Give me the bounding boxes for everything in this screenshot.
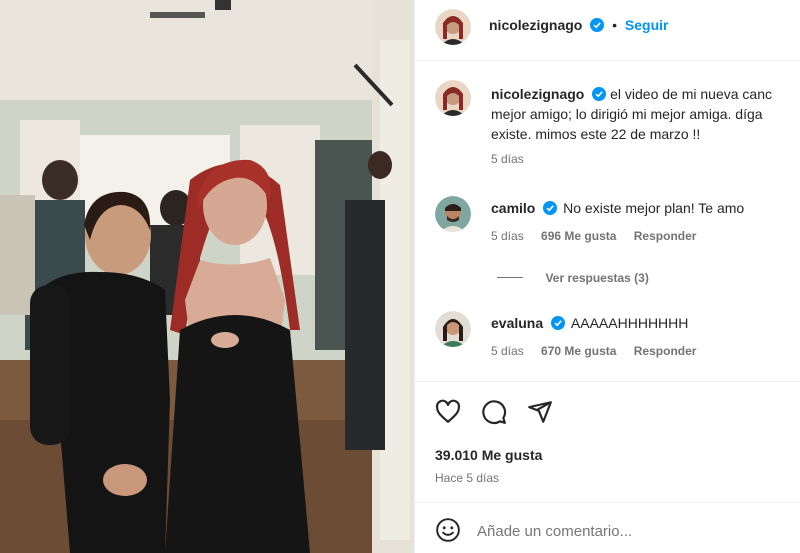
view-replies[interactable]: Ver respuestas (3) <box>497 269 649 287</box>
emoji-icon <box>436 518 460 542</box>
verified-icon <box>551 316 566 330</box>
post-timestamp: Hace 5 días <box>435 471 500 485</box>
header-avatar[interactable] <box>435 9 471 45</box>
verified-icon <box>592 87 607 101</box>
comment-button[interactable] <box>481 399 507 425</box>
actions-divider <box>415 381 800 382</box>
comment-username[interactable]: evaluna <box>491 315 543 331</box>
caption-text-line3: existe. mimos este 22 de marzo !! <box>491 126 701 142</box>
comment-meta: 5 días 670 Me gusta Responder <box>491 344 696 358</box>
comment-likes[interactable]: 670 Me gusta <box>541 344 616 358</box>
caption-avatar[interactable] <box>435 80 471 116</box>
comment-username[interactable]: camilo <box>491 200 535 216</box>
share-icon <box>528 401 552 423</box>
post-photo[interactable] <box>0 0 414 553</box>
avatar-image <box>435 311 471 347</box>
reply-button[interactable]: Responder <box>634 344 697 358</box>
caption: nicolezignago el video de mi nueva canc … <box>491 84 797 144</box>
comment-time[interactable]: 5 días <box>491 344 524 358</box>
comment-meta: 5 días 696 Me gusta Responder <box>491 229 696 243</box>
caption-text-line2: mejor amigo; lo dirigió mi mejor amiga. … <box>491 106 763 122</box>
photo-scene <box>0 0 414 553</box>
likes-count[interactable]: 39.010 Me gusta <box>435 447 542 463</box>
comment-box-divider <box>415 502 800 503</box>
comment-time[interactable]: 5 días <box>491 229 524 243</box>
comment-camilo: camilo No existe mejor plan! Te amo <box>491 200 744 216</box>
reply-button[interactable]: Responder <box>634 229 697 243</box>
verified-icon <box>543 201 558 215</box>
replies-line <box>497 277 523 279</box>
header-username[interactable]: nicolezignago <box>489 17 582 33</box>
view-replies-label[interactable]: Ver respuestas (3) <box>545 271 648 285</box>
comment-input[interactable] <box>475 518 779 544</box>
avatar-image <box>435 80 471 116</box>
heart-icon <box>435 399 461 423</box>
like-button[interactable] <box>435 399 461 425</box>
header-separator: • <box>612 17 618 33</box>
caption-text-line1: el video de mi nueva canc <box>610 86 772 102</box>
post-panel: nicolezignago • Seguir nicolezignago el … <box>414 0 800 553</box>
comment-text: AAAAAHHHHHHH <box>570 315 689 331</box>
follow-button[interactable]: Seguir <box>625 17 669 33</box>
caption-username[interactable]: nicolezignago <box>491 86 584 102</box>
avatar-image <box>435 9 471 45</box>
header-divider <box>415 60 800 61</box>
comment-avatar-camilo[interactable] <box>435 196 471 232</box>
comment-avatar-evaluna[interactable] <box>435 311 471 347</box>
comment-text: No existe mejor plan! Te amo <box>563 200 745 216</box>
caption-time: 5 días <box>491 152 524 166</box>
avatar-image <box>435 196 471 232</box>
comment-likes[interactable]: 696 Me gusta <box>541 229 616 243</box>
comment-evaluna: evaluna AAAAAHHHHHHH <box>491 315 688 331</box>
emoji-button[interactable] <box>435 517 461 543</box>
verified-icon <box>590 18 605 32</box>
share-button[interactable] <box>527 399 553 425</box>
comment-icon <box>482 400 507 425</box>
